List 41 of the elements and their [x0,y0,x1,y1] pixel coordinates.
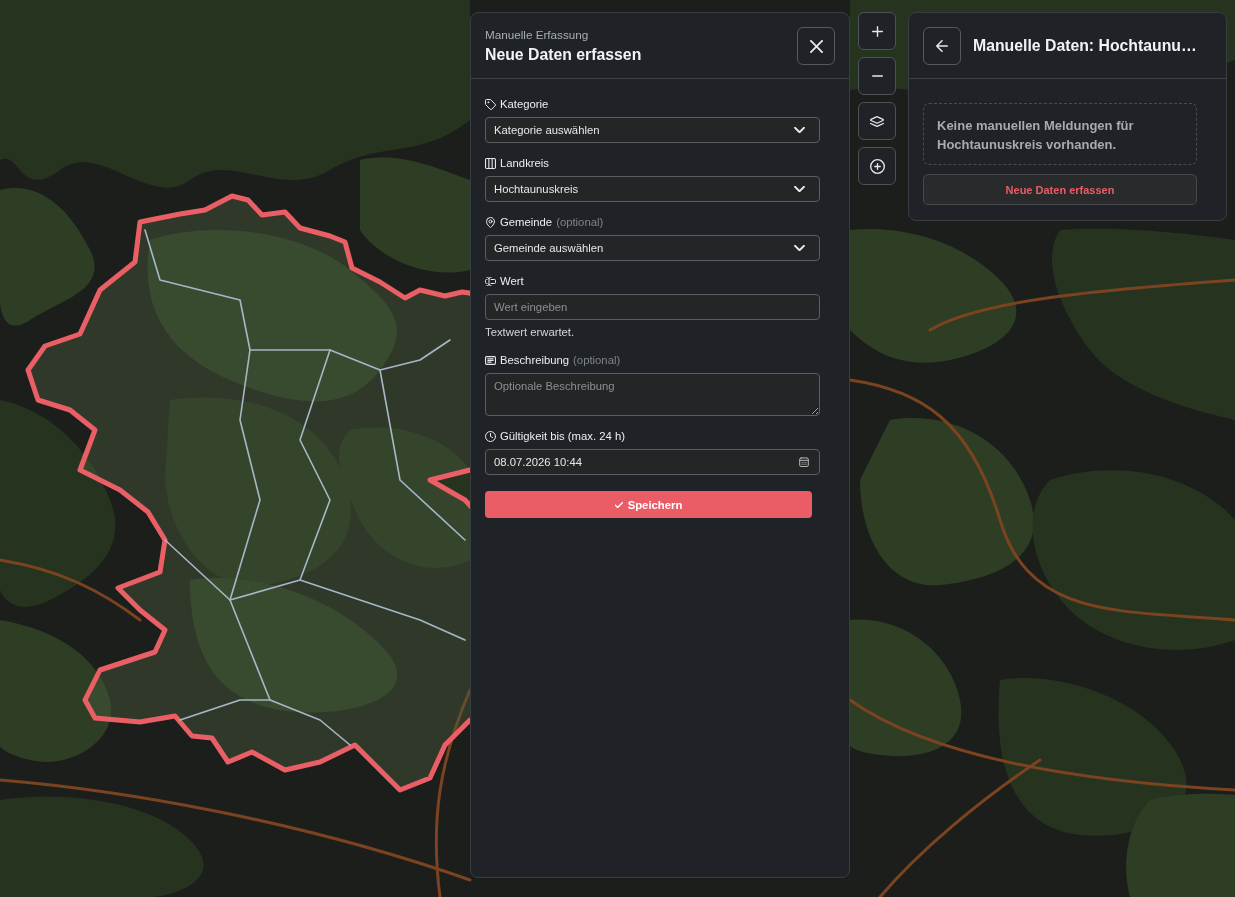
columns-icon [485,157,496,169]
close-button[interactable] [797,27,835,65]
plus-circle-icon [869,158,885,174]
plus-icon [871,25,883,37]
check-icon [614,501,623,508]
calendar-icon [799,457,809,467]
select-field[interactable]: Hochtaunuskreis [485,176,820,202]
select-field[interactable]: Gemeinde auswählen [485,235,820,261]
panel-title: Manuelle Daten: Hochtaunu… [973,37,1197,55]
map-pin-icon [485,216,496,228]
minus-icon [871,75,883,77]
back-button[interactable] [923,27,961,65]
text-cursor-icon [485,275,496,287]
chevron-down-icon [794,245,805,251]
field-hint: Textwert erwartet. [485,325,576,339]
field-label: Wert [500,274,524,288]
field-label: Gemeinde [500,215,553,229]
field-label: Beschreibung [500,353,570,367]
layers-icon [870,115,884,127]
tag-icon [485,98,496,110]
clock-icon [485,430,496,442]
text-lines-icon [485,354,496,366]
chevron-down-icon [794,127,805,133]
layers-button[interactable] [858,102,896,140]
field-label: Gültigkeit bis (max. 24 h) [500,429,625,443]
panel-subtitle: Manuelle Erfassung [485,27,590,43]
chevron-down-icon [794,186,805,192]
datetime-field[interactable]: 08.07.2026 10:44 [485,449,820,475]
arrow-left-icon [936,40,948,52]
textarea-field[interactable]: Optionale Beschreibung [485,373,820,416]
optional-note: (optional) [573,353,621,367]
empty-state-message: Keine manuellen Meldungen für Hochtaunuskreis vorhanden. [923,103,1197,165]
field-label: Kategorie [500,97,549,111]
panel-title: Neue Daten erfassen [485,45,642,65]
new-data-button[interactable]: Neue Daten erfassen [923,174,1197,205]
optional-note: (optional) [556,215,604,229]
select-field[interactable]: Kategorie auswählen [485,117,820,143]
add-button[interactable] [858,147,896,185]
text-field[interactable]: Wert eingeben [485,294,820,320]
close-icon [809,39,823,53]
field-label: Landkreis [500,156,549,170]
